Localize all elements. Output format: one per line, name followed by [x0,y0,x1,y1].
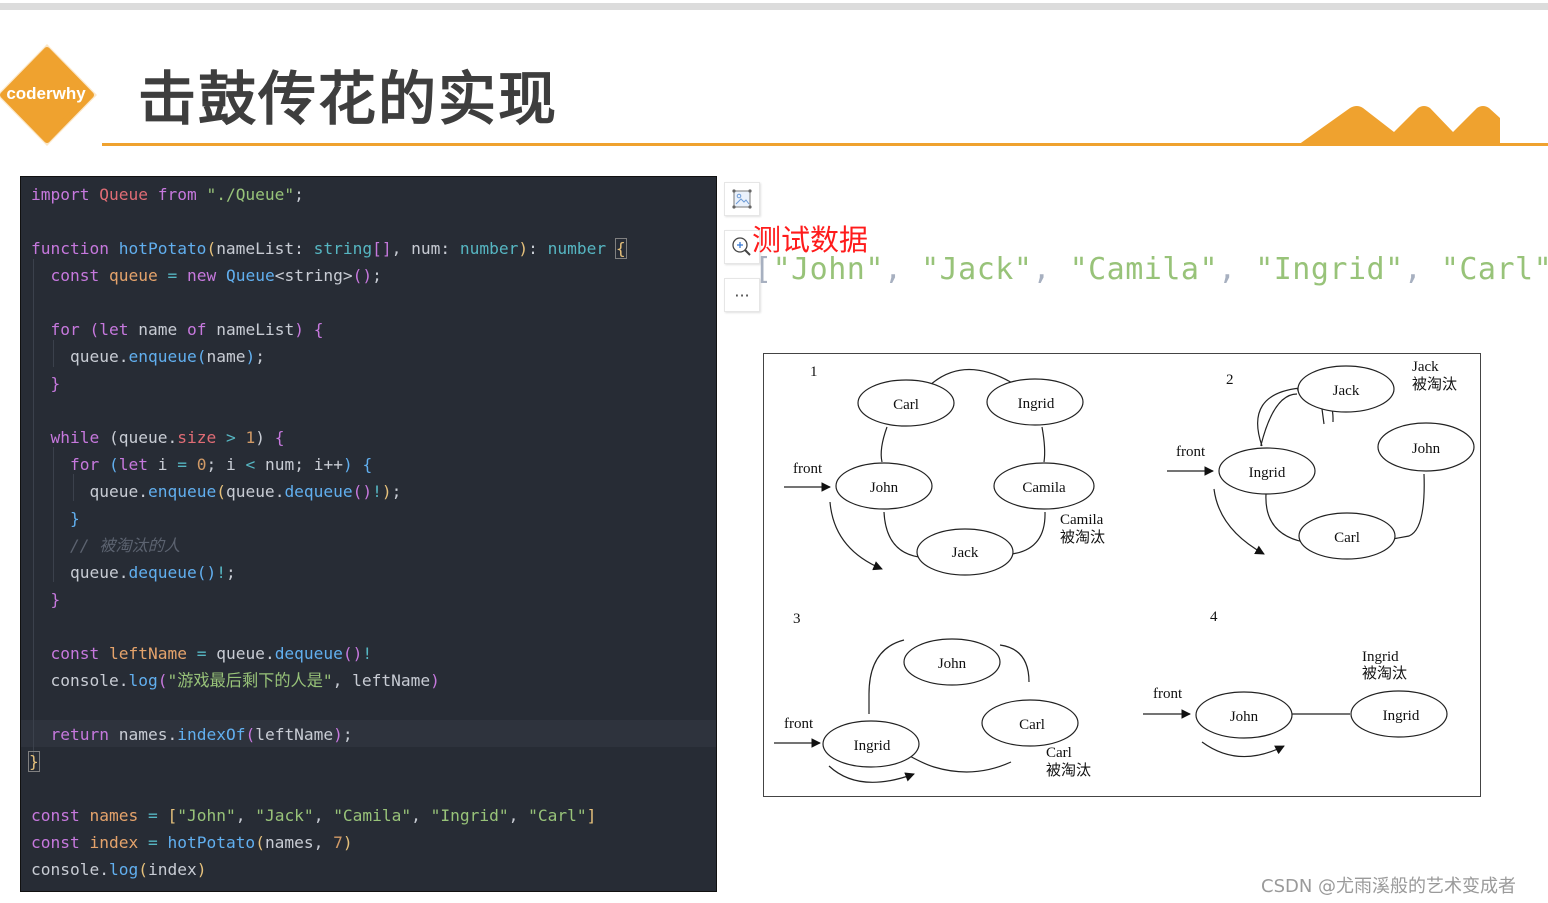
code-line: import Queue from "./Queue"; [31,185,304,204]
node-label: Ingrid [1249,465,1286,481]
eliminated-name: Carl [1046,745,1072,761]
front-label: front [1153,686,1183,702]
node-label: John [870,480,899,496]
code-line: return names.indexOf(leftName); [50,725,353,744]
code-line: for (let name of nameList) { [50,320,324,339]
page-title: 击鼓传花的实现 [138,65,559,133]
eliminated-label: 被淘汰 [1060,529,1105,546]
eliminated-label: 被淘汰 [1412,376,1457,393]
step-label: 3 [793,611,801,627]
code-line: while (queue.size > 1) { [50,428,285,447]
code-line: const names = ["John", "Jack", "Camila",… [31,806,597,825]
node-label: Carl [1019,717,1045,733]
watermark: CSDN @尤雨溪般的艺术变成者 [1261,876,1517,897]
node-label: John [1230,709,1259,725]
mountain-decoration-icon [1298,106,1500,145]
code-editor[interactable]: import Queue from "./Queue"; function ho… [20,176,717,892]
top-bar [0,3,1548,10]
eliminated-label: 被淘汰 [1046,762,1091,779]
eliminated-name: Camila [1060,512,1104,528]
front-label: front [1176,444,1206,460]
eliminated-name: Ingrid [1362,649,1399,665]
step-label: 1 [810,364,818,380]
code-line: const queue = new Queue<string>(); [50,266,382,285]
coderwhy-logo: coderwhy [0,42,100,148]
code-line: const index = hotPotato(names, 7) [31,833,353,852]
code-line: const leftName = queue.dequeue()! [50,644,373,663]
node-label: Jack [952,545,979,561]
test-data-array: ["John", "Jack", "Camila", "Ingrid", "Ca… [754,252,1548,287]
hot-potato-diagram: 1 2 3 4 front front front front Carl Ing… [763,353,1481,797]
code-line: } [69,509,80,528]
front-label: front [784,716,814,732]
code-line: queue.enqueue(name); [69,347,265,366]
node-label: Jack [1333,383,1360,399]
node-label: Carl [1334,530,1360,546]
code-line: function hotPotato(nameList: string[], n… [31,238,627,259]
image-icon [732,189,752,209]
node-label: Carl [893,397,919,413]
more-icon: ··· [734,285,750,305]
node-label: Ingrid [1383,708,1420,724]
code-line: } [28,751,40,772]
node-label: John [1412,441,1441,457]
code-line: } [50,374,61,393]
node-label: John [938,656,967,672]
code-line: console.log("游戏最后剩下的人是", leftName) [50,671,440,690]
front-label: front [793,461,823,477]
code-line: } [50,590,61,609]
step-label: 2 [1226,372,1234,388]
eliminated-label: 被淘汰 [1362,665,1407,682]
step-label: 4 [1210,609,1218,625]
code-comment: // 被淘汰的人 [69,536,181,555]
code-line: queue.dequeue()!; [69,563,236,582]
logo-text: coderwhy [6,84,86,103]
node-label: Camila [1022,480,1066,496]
node-label: Ingrid [854,738,891,754]
code-line: for (let i = 0; i < num; i++) { [69,455,373,474]
image-button[interactable] [724,182,760,216]
node-label: Ingrid [1018,396,1055,412]
code-line: console.log(index) [31,860,207,879]
zoom-in-icon [732,237,751,256]
code-line: queue.enqueue(queue.dequeue()!); [89,482,402,501]
eliminated-name: Jack [1412,359,1439,375]
